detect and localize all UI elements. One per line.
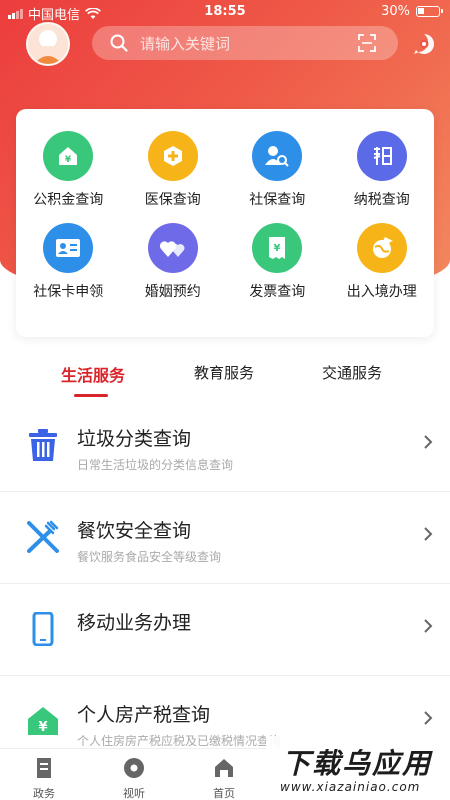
service-card: ¥ 公积金查询 医保查询 社保查询 纳税查询 社保卡申领 婚姻预约 ¥ 发票查询… [16,109,434,337]
chevron-right-icon [424,435,433,449]
service-grid: ¥ 公积金查询 医保查询 社保查询 纳税查询 社保卡申领 婚姻预约 ¥ 发票查询… [16,109,434,337]
avatar-icon [34,30,62,64]
tax-character-icon [356,131,407,181]
status-bar: 中国电信 18:55 30% [0,0,450,24]
nav-label: 首页 [213,787,235,800]
globe-plane-icon [356,223,407,273]
nav-label: 政务 [33,787,55,800]
nav-item-media[interactable]: 视听 [104,757,164,800]
service-immigration[interactable]: 出入境办理 [330,223,435,315]
service-invoice[interactable]: ¥ 发票查询 [225,223,330,315]
hearts-icon [147,223,198,273]
tab-traffic-services[interactable]: 交通服务 [322,362,382,383]
chevron-right-icon [424,619,433,633]
id-card-icon [43,223,94,273]
chevron-right-icon [424,527,433,541]
list-item-title: 餐饮安全查询 [77,520,192,542]
list-item-title: 个人房产税查询 [77,704,211,726]
search-icon [110,34,128,52]
svg-text:¥: ¥ [38,720,47,735]
battery-icon [416,6,443,17]
service-label: 社保查询 [249,192,306,208]
disc-icon [124,758,144,778]
scan-icon[interactable] [358,34,376,52]
person-search-icon [252,131,303,181]
service-label: 社保卡申领 [33,284,104,300]
watermark-logo-text: 下载乌应用 [282,747,433,780]
service-medical-insurance[interactable]: 医保查询 [121,131,226,223]
list-item-garbage[interactable]: 垃圾分类查询 日常生活垃圾的分类信息查询 [0,400,450,492]
chevron-right-icon [424,711,433,725]
house-yen-icon: ¥ [43,131,94,181]
service-label: 发票查询 [249,284,306,300]
service-marriage[interactable]: 婚姻预约 [121,223,226,315]
svg-text:¥: ¥ [65,155,72,165]
service-social-security[interactable]: 社保查询 [225,131,330,223]
service-list: 垃圾分类查询 日常生活垃圾的分类信息查询 餐饮安全查询 餐饮服务食品安全等级查询… [0,400,450,768]
service-tax[interactable]: 纳税查询 [330,131,435,223]
site-watermark: 下载乌应用 www.xiazainiao.com [266,736,450,800]
service-label: 婚姻预约 [144,284,201,300]
tab-life-services[interactable]: 生活服务 [61,362,125,386]
document-icon [37,758,51,778]
user-avatar[interactable] [26,22,70,66]
service-housing-fund[interactable]: ¥ 公积金查询 [16,131,121,223]
nav-item-home[interactable]: 首页 [194,757,254,800]
receipt-yen-icon: ¥ [252,223,303,273]
trash-can-icon [24,426,62,464]
nav-item-government[interactable]: 政务 [14,757,74,800]
list-item-mobile-business[interactable]: 移动业务办理 [0,584,450,676]
tab-education-services[interactable]: 教育服务 [194,362,254,383]
battery-percent: 30% [381,4,410,19]
list-item-title: 垃圾分类查询 [77,428,192,450]
service-tabs: 生活服务 教育服务 交通服务 [0,352,450,397]
service-ss-card[interactable]: 社保卡申领 [16,223,121,315]
mobile-phone-icon [24,610,62,648]
list-item-food-safety[interactable]: 餐饮安全查询 餐饮服务食品安全等级查询 [0,492,450,584]
nav-label: 视听 [123,787,145,800]
service-label: 公积金查询 [33,192,104,208]
list-item-title: 移动业务办理 [77,612,192,634]
medical-cross-icon [147,131,198,181]
list-item-subtitle: 餐饮服务食品安全等级查询 [77,550,222,564]
tab-active-indicator [74,394,108,397]
search-bar[interactable]: 请输入关键词 [92,26,398,60]
service-label: 医保查询 [144,192,201,208]
home-icon [215,759,233,777]
house-yen-icon: ¥ [24,702,62,740]
svg-text:¥: ¥ [274,243,281,254]
list-item-subtitle: 日常生活垃圾的分类信息查询 [77,458,234,472]
message-icon[interactable] [412,32,436,56]
watermark-url: www.xiazainiao.com [280,780,421,794]
fork-knife-icon [24,518,62,556]
service-label: 纳税查询 [353,192,410,208]
service-label: 出入境办理 [346,284,417,300]
list-item-subtitle: 个人住房房产税应税及已缴税情况查询 [77,734,282,748]
